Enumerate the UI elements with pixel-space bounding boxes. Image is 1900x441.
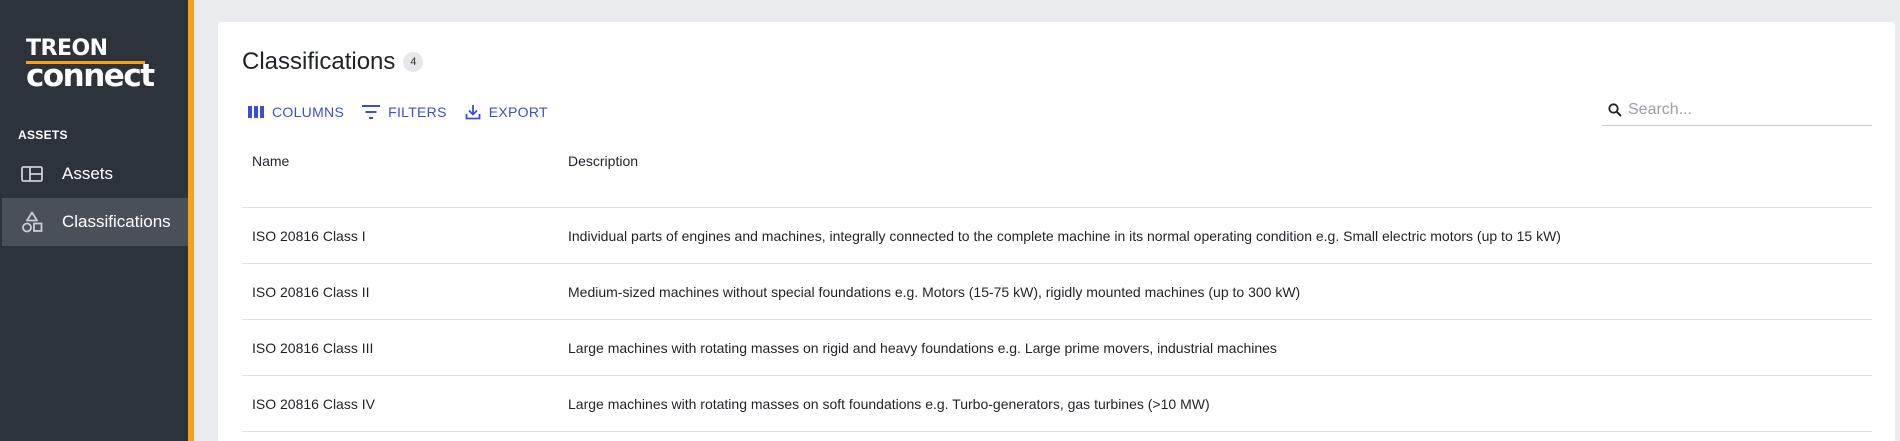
table-row[interactable]: ISO 20816 Class III Large machines with … [242, 320, 1872, 376]
cell-description: Large machines with rotating masses on r… [568, 339, 1277, 356]
table-header: Name Description [242, 138, 1872, 208]
search-icon [1608, 103, 1622, 117]
table-row[interactable]: ISO 20816 Class I Individual parts of en… [242, 208, 1872, 264]
cell-name: ISO 20816 Class II [252, 283, 370, 300]
table-row[interactable]: ISO 20816 Class II Medium-sized machines… [242, 264, 1872, 320]
column-header-description[interactable]: Description [568, 153, 1872, 169]
search-input[interactable] [1628, 101, 1848, 119]
columns-button[interactable]: COLUMNS [248, 104, 344, 120]
cell-name: ISO 20816 Class III [252, 339, 374, 356]
filters-button[interactable]: FILTERS [362, 104, 447, 120]
main-card: Classifications 4 COLUMNS FILTERS EXPORT… [218, 22, 1895, 441]
table-row[interactable]: ISO 20816 Class IV Large machines with r… [242, 376, 1872, 432]
treon-connect-logo[interactable]: TREON connect [26, 36, 166, 94]
search-field[interactable] [1602, 95, 1872, 126]
columns-icon [248, 106, 264, 118]
sidebar-item-label: Classifications [62, 212, 171, 231]
sidebar-item-label: Assets [62, 164, 114, 183]
export-button[interactable]: EXPORT [465, 104, 548, 120]
sidebar-item-classifications[interactable]: Classifications [2, 198, 188, 246]
sidebar-accent-bar [188, 0, 194, 441]
sidebar-section-label: ASSETS [18, 128, 68, 142]
title-row: Classifications 4 [242, 48, 424, 76]
sidebar: TREON connect ASSETS Assets Classificati… [0, 0, 188, 441]
cell-description: Large machines with rotating masses on s… [568, 395, 1210, 412]
logo-top-text: TREON [26, 36, 108, 61]
cell-description: Medium-sized machines without special fo… [568, 283, 1301, 300]
filter-icon [362, 105, 381, 119]
export-label: EXPORT [488, 104, 548, 120]
column-header-name[interactable]: Name [242, 153, 568, 169]
logo-bottom-text: connect [26, 58, 155, 94]
columns-label: COLUMNS [272, 104, 345, 120]
dashboard-grid-icon [20, 162, 44, 186]
grid-toolbar: COLUMNS FILTERS EXPORT [248, 104, 566, 120]
cell-description: Individual parts of engines and machines… [568, 227, 1561, 244]
count-badge: 4 [403, 52, 424, 72]
classifications-table: Name Description ISO 20816 Class I Indiv… [242, 138, 1872, 432]
cell-name: ISO 20816 Class IV [252, 395, 375, 412]
cell-name: ISO 20816 Class I [252, 227, 366, 244]
shapes-icon [20, 210, 44, 234]
page-title: Classifications [242, 48, 396, 75]
sidebar-item-assets[interactable]: Assets [2, 150, 188, 198]
download-icon [465, 105, 481, 120]
filters-label: FILTERS [388, 104, 447, 120]
